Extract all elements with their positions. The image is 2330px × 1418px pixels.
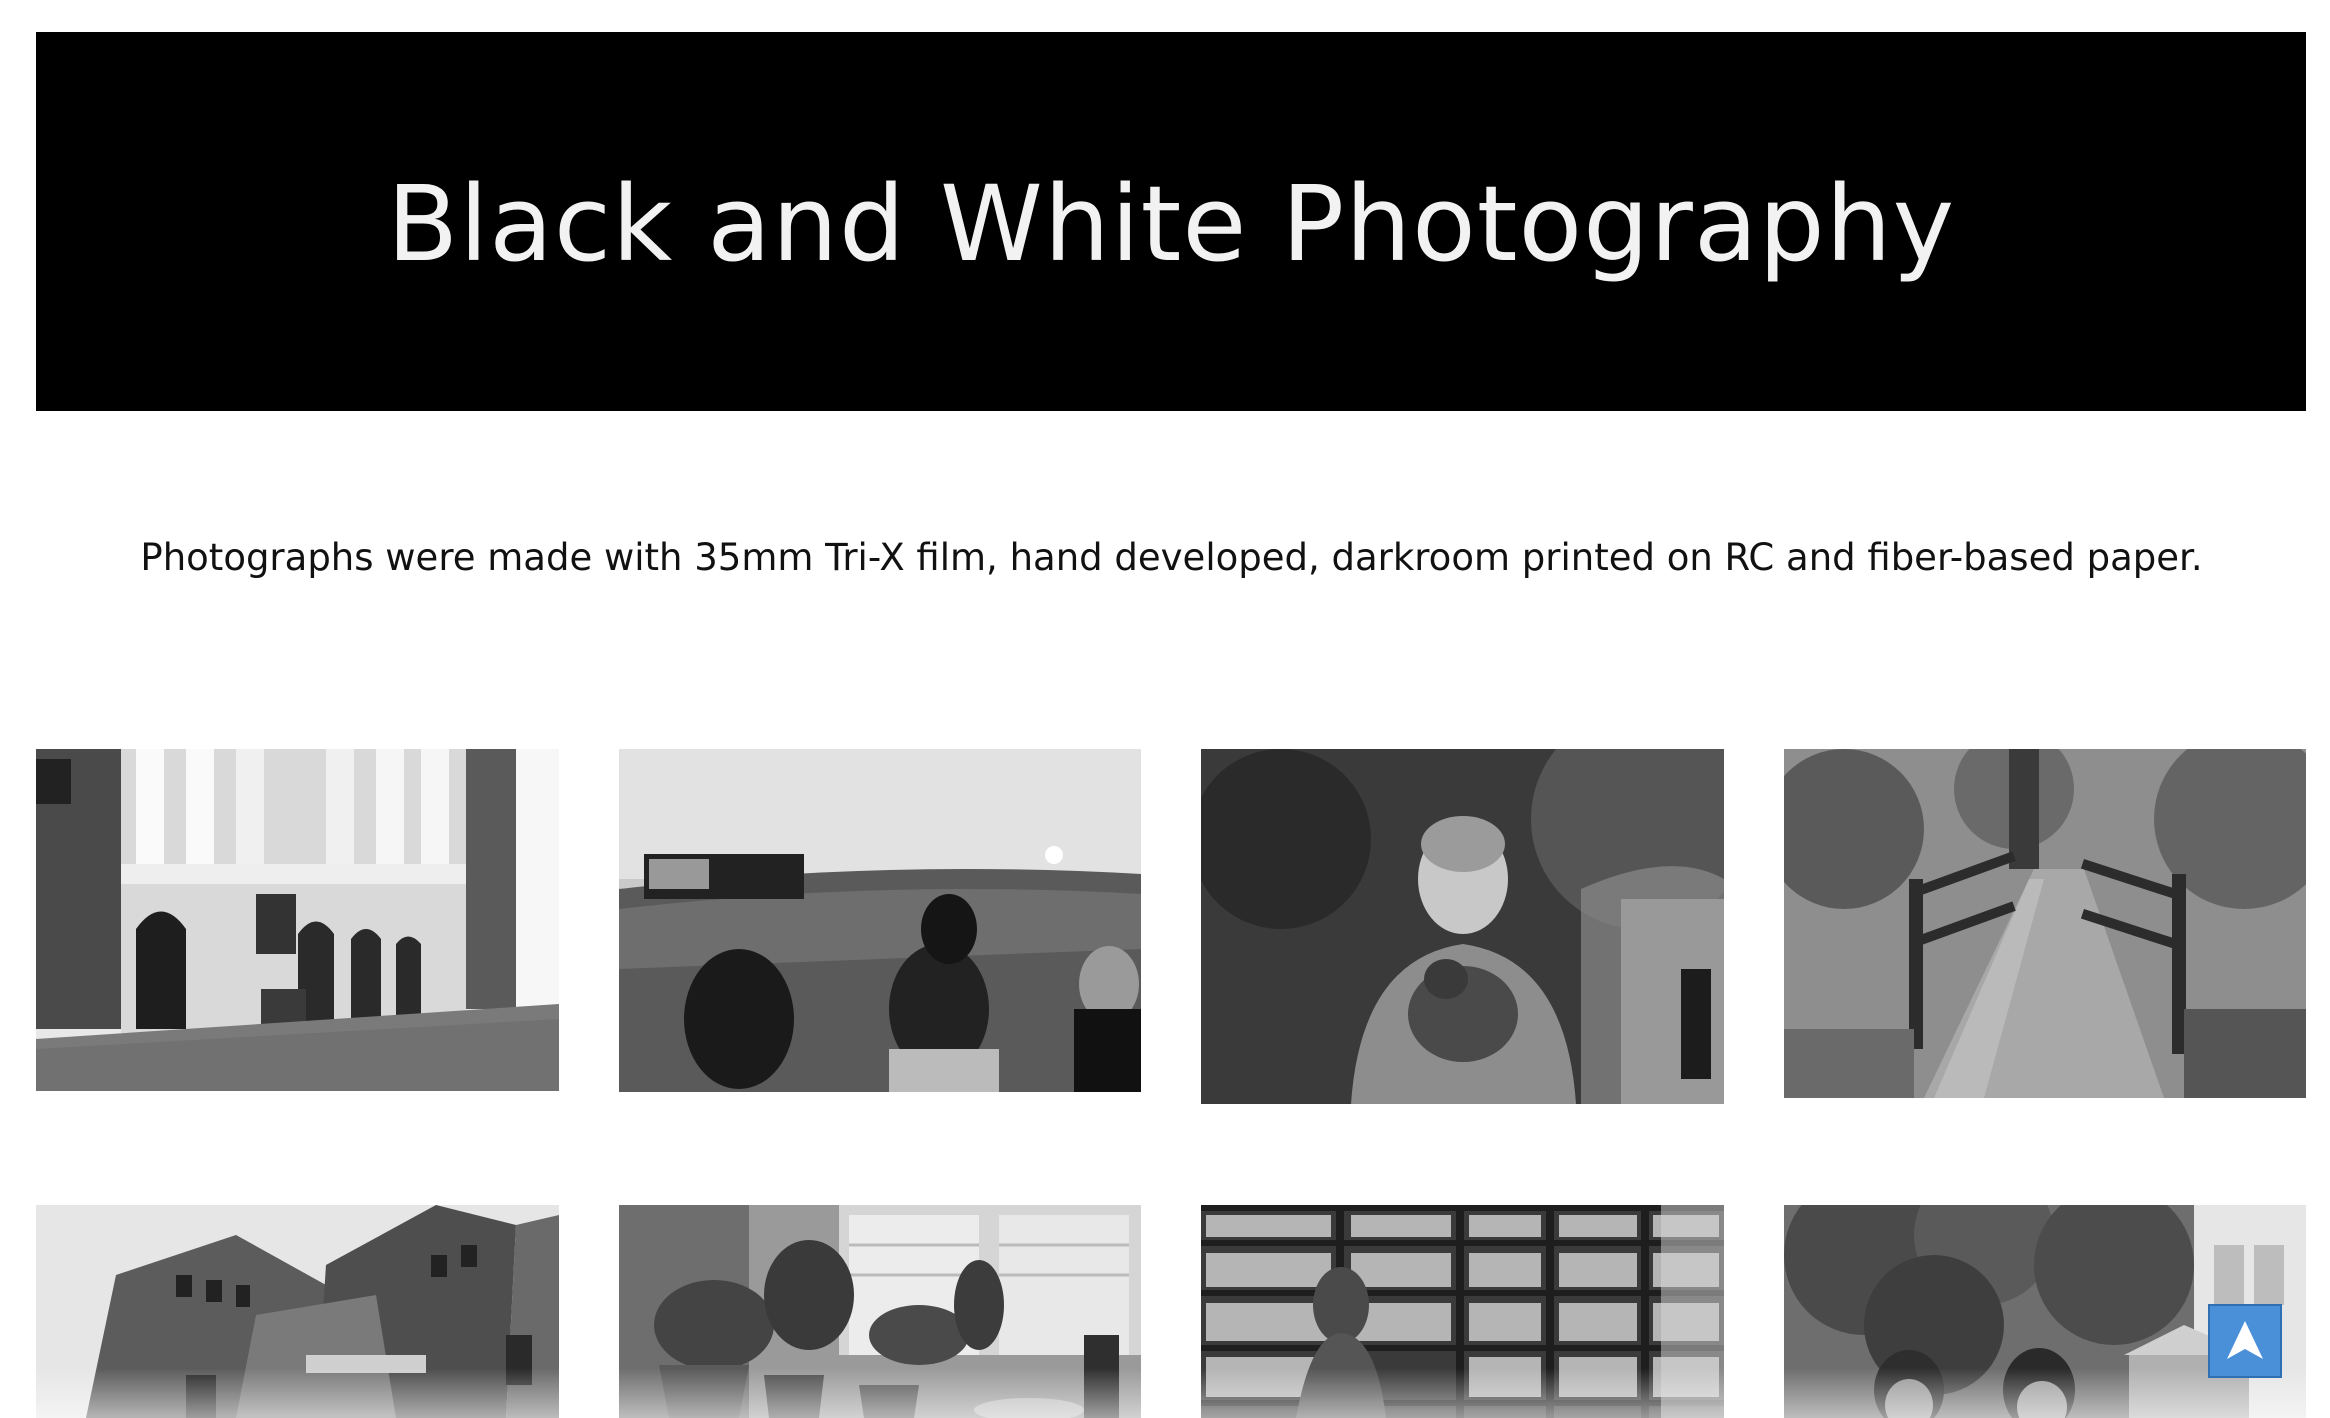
footbridge-image bbox=[1784, 749, 2306, 1098]
scroll-to-top-button[interactable] bbox=[2208, 1304, 2282, 1378]
gallery-photo-bookshelves[interactable] bbox=[1201, 1205, 1724, 1418]
bookshelves-image bbox=[1201, 1205, 1724, 1418]
photo-gallery bbox=[36, 0, 2306, 1418]
gallery-photo-person-with-cat[interactable] bbox=[1201, 749, 1724, 1104]
brick-building-image bbox=[36, 1205, 559, 1418]
gallery-photo-building-columns[interactable] bbox=[36, 749, 559, 1091]
building-columns-image bbox=[36, 749, 559, 1091]
gallery-photo-stadium-crowd[interactable] bbox=[619, 749, 1141, 1092]
stadium-crowd-image bbox=[619, 749, 1141, 1092]
page: Black and White Photography Photographs … bbox=[0, 0, 2330, 1418]
gallery-photo-brick-building[interactable] bbox=[36, 1205, 559, 1418]
person-with-cat-image bbox=[1201, 749, 1724, 1104]
gallery-photo-footbridge[interactable] bbox=[1784, 749, 2306, 1098]
arrow-up-icon bbox=[2227, 1321, 2263, 1359]
gallery-photo-houseplants[interactable] bbox=[619, 1205, 1141, 1418]
houseplants-image bbox=[619, 1205, 1141, 1418]
